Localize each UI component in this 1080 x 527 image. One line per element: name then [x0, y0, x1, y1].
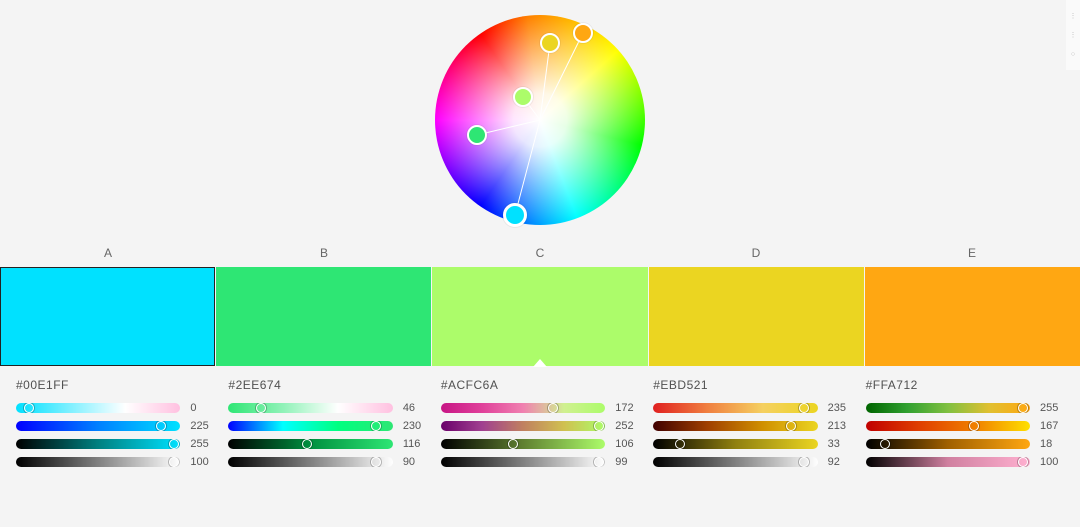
base-color-indicator-icon: [533, 359, 547, 367]
slider-value[interactable]: 0: [180, 402, 214, 414]
detail-col-d: #EBD521 235 213 33 92: [653, 378, 851, 474]
hex-value[interactable]: #FFA712: [866, 378, 1064, 392]
hex-value[interactable]: #ACFC6A: [441, 378, 639, 392]
swatch-row: [0, 266, 1080, 366]
slider[interactable]: [441, 439, 605, 449]
swatch-c[interactable]: [432, 267, 647, 366]
swatch-label: D: [648, 246, 864, 266]
swatch-labels-row: A B C D E: [0, 240, 1080, 266]
slider[interactable]: [228, 403, 392, 413]
slider-value[interactable]: 46: [393, 402, 427, 414]
slider[interactable]: [866, 421, 1030, 431]
slider-value[interactable]: 33: [818, 438, 852, 450]
toolbar-glyph-icon: ⋮: [1070, 31, 1077, 39]
swatch-a[interactable]: [0, 267, 215, 366]
detail-col-a: #00E1FF 0 225 255 100: [16, 378, 214, 474]
wheel-handle[interactable]: [573, 23, 593, 43]
slider-value[interactable]: 18: [1030, 438, 1064, 450]
swatch-label: E: [864, 246, 1080, 266]
wheel-line: [540, 43, 550, 120]
toolbar-glyph-icon: ○: [1071, 51, 1075, 58]
wheel-handle[interactable]: [467, 125, 487, 145]
detail-col-b: #2EE674 46 230 116 90: [228, 378, 426, 474]
slider-value[interactable]: 90: [393, 456, 427, 468]
slider[interactable]: [16, 457, 180, 467]
swatch-label: A: [0, 246, 216, 266]
slider-value[interactable]: 213: [818, 420, 852, 432]
slider-value[interactable]: 106: [605, 438, 639, 450]
color-wheel[interactable]: [435, 15, 645, 225]
wheel-line: [515, 120, 540, 215]
slider[interactable]: [16, 439, 180, 449]
slider-value[interactable]: 252: [605, 420, 639, 432]
wheel-handle[interactable]: [540, 33, 560, 53]
swatch-e[interactable]: [865, 267, 1080, 366]
slider[interactable]: [866, 439, 1030, 449]
slider-value[interactable]: 235: [818, 402, 852, 414]
detail-col-c: #ACFC6A 172 252 106 99: [441, 378, 639, 474]
slider-value[interactable]: 167: [1030, 420, 1064, 432]
slider[interactable]: [228, 457, 392, 467]
slider-value[interactable]: 255: [180, 438, 214, 450]
color-wheel-area: [0, 0, 1080, 240]
hex-value[interactable]: #00E1FF: [16, 378, 214, 392]
slider[interactable]: [16, 421, 180, 431]
detail-col-e: #FFA712 255 167 18 100: [866, 378, 1064, 474]
slider[interactable]: [441, 457, 605, 467]
slider[interactable]: [866, 457, 1030, 467]
slider-value[interactable]: 100: [180, 456, 214, 468]
slider[interactable]: [653, 457, 817, 467]
slider-value[interactable]: 99: [605, 456, 639, 468]
slider[interactable]: [653, 421, 817, 431]
wheel-base-handle[interactable]: [503, 203, 527, 227]
color-details-row: #00E1FF 0 225 255 100 #2EE674 46 230 116…: [0, 366, 1080, 474]
slider[interactable]: [653, 439, 817, 449]
slider[interactable]: [441, 403, 605, 413]
slider-value[interactable]: 100: [1030, 456, 1064, 468]
slider[interactable]: [16, 403, 180, 413]
slider-value[interactable]: 116: [393, 438, 427, 450]
slider-value[interactable]: 92: [818, 456, 852, 468]
slider-value[interactable]: 230: [393, 420, 427, 432]
slider-value[interactable]: 255: [1030, 402, 1064, 414]
swatch-label: C: [432, 246, 648, 266]
toolbar-glyph-icon: ⋮: [1070, 12, 1077, 20]
hex-value[interactable]: #EBD521: [653, 378, 851, 392]
wheel-handle[interactable]: [513, 87, 533, 107]
slider[interactable]: [228, 439, 392, 449]
slider[interactable]: [866, 403, 1030, 413]
swatch-b[interactable]: [216, 267, 431, 366]
slider-value[interactable]: 172: [605, 402, 639, 414]
slider-value[interactable]: 225: [180, 420, 214, 432]
slider[interactable]: [441, 421, 605, 431]
hex-value[interactable]: #2EE674: [228, 378, 426, 392]
right-toolbar-fragment: ⋮ ⋮ ○: [1066, 0, 1080, 70]
swatch-d[interactable]: [649, 267, 864, 366]
slider[interactable]: [653, 403, 817, 413]
swatch-label: B: [216, 246, 432, 266]
slider[interactable]: [228, 421, 392, 431]
